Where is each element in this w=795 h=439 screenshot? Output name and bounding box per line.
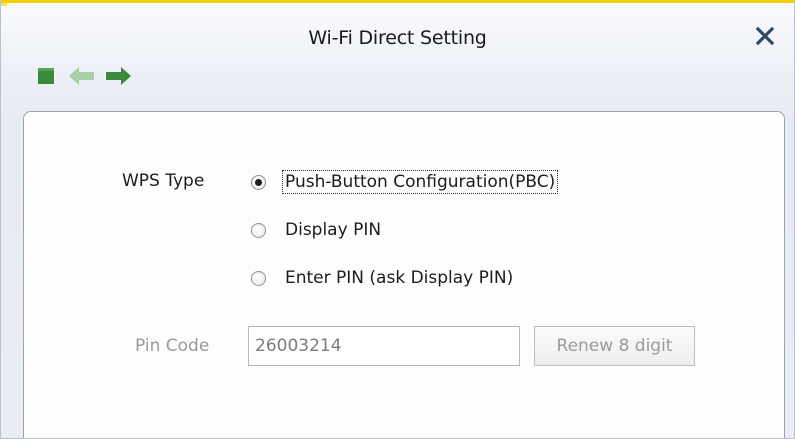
wps-type-label: WPS Type: [122, 171, 205, 191]
radio-label: Enter PIN (ask Display PIN): [285, 268, 514, 288]
pin-code-input[interactable]: 26003214: [248, 326, 520, 366]
back-arrow-icon: [69, 67, 94, 85]
toolbar: [31, 63, 139, 89]
pin-code-label: Pin Code: [135, 336, 210, 356]
close-icon: [755, 26, 775, 46]
back-button[interactable]: [67, 63, 97, 89]
radio-label: Push-Button Configuration(PBC): [281, 170, 559, 194]
radio-option-pbc[interactable]: Push-Button Configuration(PBC): [251, 170, 559, 194]
radio-button[interactable]: [251, 270, 266, 286]
window-title: Wi-Fi Direct Setting: [308, 27, 487, 49]
radio-option-enter-pin[interactable]: Enter PIN (ask Display PIN): [251, 267, 515, 289]
wifi-direct-setting-window: Wi-Fi Direct Setting WPS Type Push-Butto…: [0, 0, 795, 439]
radio-label: Display PIN: [285, 220, 382, 240]
radio-button[interactable]: [251, 174, 266, 190]
radio-button[interactable]: [251, 222, 266, 238]
stop-icon: [38, 68, 54, 84]
forward-arrow-icon: [106, 67, 131, 85]
title-accent: [1, 3, 7, 6]
stop-button[interactable]: [31, 63, 61, 89]
forward-button[interactable]: [103, 63, 133, 89]
close-button[interactable]: [752, 23, 778, 49]
renew-pin-button[interactable]: Renew 8 digit: [534, 326, 695, 366]
radio-option-display-pin[interactable]: Display PIN: [251, 219, 383, 241]
